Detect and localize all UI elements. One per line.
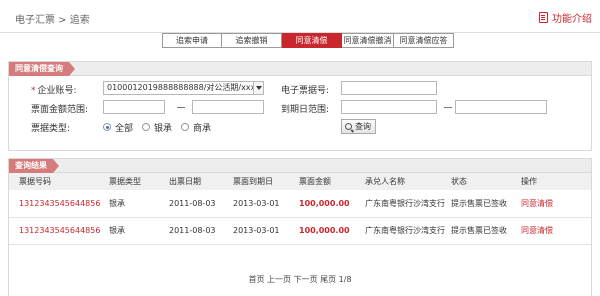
range-dash — [177, 107, 185, 108]
pager-prev[interactable]: 上一页 — [267, 275, 291, 284]
radio-bank-accept-label: 银承 — [154, 124, 173, 134]
search-button-label: 查询 — [355, 122, 371, 131]
bill-type-label: 票据类型: — [31, 124, 71, 134]
cell-due-date: 2013-03-01 — [233, 217, 299, 245]
query-panel: 同意清偿查询 * 企业账号: 0100012019888888888/对公活期/x… — [8, 61, 592, 151]
query-panel-title: 同意清偿查询 — [9, 62, 75, 76]
query-panel-header: 同意清偿查询 — [9, 62, 591, 76]
top-bar: 电子汇票 > 追索 功能介绍 — [0, 0, 600, 33]
amount-to-input[interactable] — [192, 100, 264, 114]
due-to-input[interactable] — [455, 100, 547, 114]
cell-issue-date: 2011-08-03 — [169, 190, 233, 218]
col-bill-no: 票据号码 — [9, 173, 109, 190]
pager-next[interactable]: 下一页 — [294, 275, 318, 284]
results-panel: 查询结果 票据号码 票据类型 出票日期 票面到期日 票面金额 承兑人名称 状态 … — [8, 158, 592, 296]
cell-type: 银承 — [109, 217, 169, 245]
agree-settle-link[interactable]: 同意清偿 — [521, 217, 591, 245]
col-amount: 票面金额 — [299, 173, 365, 190]
range-dash — [444, 107, 452, 108]
pager-last[interactable]: 尾页 — [320, 275, 336, 284]
cell-type: 银承 — [109, 190, 169, 218]
search-button[interactable]: 查询 — [341, 119, 376, 134]
radio-commercial-accept[interactable] — [181, 123, 189, 131]
account-label: * 企业账号: — [31, 86, 77, 96]
tab-agree-settle-revoke[interactable]: 同意清偿撤消 — [342, 33, 394, 48]
tab-agree-settle-reply[interactable]: 同意清偿应答 — [394, 33, 454, 48]
radio-all-label: 全部 — [115, 124, 134, 134]
tab-recourse-cancel[interactable]: 追索撤销 — [222, 33, 282, 48]
book-icon — [539, 12, 548, 23]
table-row: 1312343545644856 银承 2011-08-03 2013-03-0… — [9, 190, 591, 218]
radio-all[interactable] — [103, 123, 111, 131]
chevron-down-icon[interactable] — [253, 82, 263, 94]
pager-page: 1/8 — [338, 275, 352, 284]
cell-bill-no[interactable]: 1312343545644856 — [9, 217, 109, 245]
due-from-input[interactable] — [341, 100, 437, 114]
tab-recourse-apply[interactable]: 追索申请 — [162, 33, 222, 48]
cell-due-date: 2013-03-01 — [233, 190, 299, 218]
col-type: 票据类型 — [109, 173, 169, 190]
table-row: 1312343545644856 银承 2011-08-03 2013-03-0… — [9, 217, 591, 245]
col-issue-date: 出票日期 — [169, 173, 233, 190]
bill-no-label: 电子票据号: — [281, 86, 330, 96]
bill-no-input[interactable] — [341, 81, 437, 95]
tab-bar: 追索申请 追索撤销 同意清偿 同意清偿撤消 同意清偿应答 — [162, 33, 454, 48]
table-header-row: 票据号码 票据类型 出票日期 票面到期日 票面金额 承兑人名称 状态 操作 — [9, 173, 591, 190]
cell-amount: 100,000.00 — [299, 190, 365, 218]
amount-range-label: 票面金额范围: — [31, 105, 89, 115]
cell-amount: 100,000.00 — [299, 217, 365, 245]
results-table: 票据号码 票据类型 出票日期 票面到期日 票面金额 承兑人名称 状态 操作 13… — [9, 173, 591, 245]
help-label: 功能介绍 — [552, 14, 592, 25]
due-date-label: 到期日范围: — [281, 105, 330, 115]
col-status: 状态 — [451, 173, 521, 190]
account-select[interactable]: 0100012019888888888/对公活期/xxx公 — [103, 81, 264, 95]
radio-bank-accept[interactable] — [142, 123, 150, 131]
breadcrumb: 电子汇票 > 追索 — [15, 15, 90, 26]
radio-commercial-accept-label: 商承 — [193, 124, 212, 134]
cell-acceptor: 广东南粤银行沙湾支行 — [365, 217, 451, 245]
results-panel-title: 查询结果 — [9, 159, 59, 173]
agree-settle-link[interactable]: 同意清偿 — [521, 190, 591, 218]
cell-status: 提示售票已签收 — [451, 190, 521, 218]
results-panel-header: 查询结果 — [9, 159, 591, 173]
cell-acceptor: 广东南粤银行沙湾支行 — [365, 190, 451, 218]
cell-status: 提示售票已签收 — [451, 217, 521, 245]
pager-first[interactable]: 首页 — [248, 275, 264, 284]
amount-from-input[interactable] — [103, 100, 165, 114]
col-action: 操作 — [521, 173, 591, 190]
help-link[interactable]: 功能介绍 — [539, 10, 592, 25]
tab-agree-settle[interactable]: 同意清偿 — [282, 33, 342, 48]
col-due-date: 票面到期日 — [233, 173, 299, 190]
col-acceptor: 承兑人名称 — [365, 173, 451, 190]
search-icon — [345, 123, 352, 130]
cell-issue-date: 2011-08-03 — [169, 217, 233, 245]
cell-bill-no[interactable]: 1312343545644856 — [9, 190, 109, 218]
pager: 首页 上一页 下一页 尾页 1/8 — [9, 274, 591, 285]
